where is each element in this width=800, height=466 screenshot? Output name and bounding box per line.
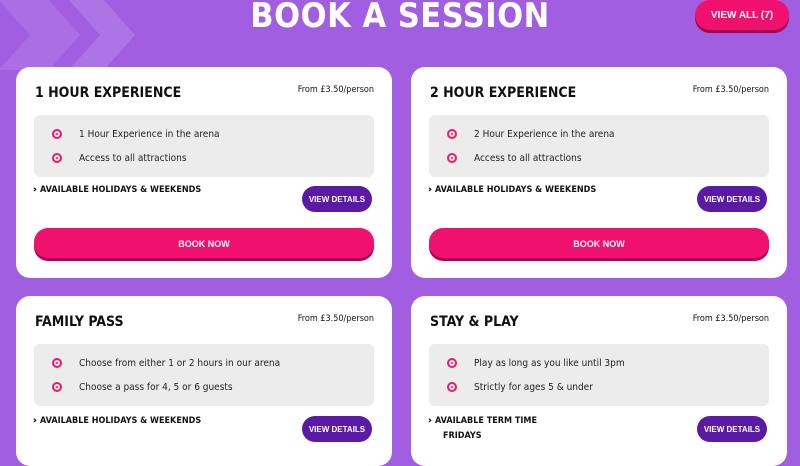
card-price: From £3.50/person bbox=[297, 85, 374, 95]
features-box: Play as long as you like until 3pm Stric… bbox=[429, 344, 769, 406]
feature-text: Strictly for ages 5 & under bbox=[474, 381, 593, 393]
card-price: From £3.50/person bbox=[692, 85, 769, 95]
session-card-1-hour: 1 HOUR EXPERIENCE From £3.50/person 1 Ho… bbox=[16, 67, 392, 278]
availability-label: ››› AVAILABLE HOLIDAYS & WEEKENDS bbox=[33, 185, 201, 195]
card-title: 2 HOUR EXPERIENCE bbox=[430, 85, 577, 101]
card-price: From £3.50/person bbox=[297, 314, 374, 324]
double-chevron-icon: ››› bbox=[33, 185, 37, 195]
target-bullet-icon bbox=[52, 358, 62, 368]
feature-item: Strictly for ages 5 & under bbox=[447, 378, 593, 396]
feature-text: Choose from either 1 or 2 hours in our a… bbox=[79, 357, 281, 369]
features-box: 2 Hour Experience in the arena Access to… bbox=[429, 115, 769, 177]
session-card-2-hour: 2 HOUR EXPERIENCE From £3.50/person 2 Ho… bbox=[411, 67, 787, 278]
double-chevron-icon: ››› bbox=[428, 185, 432, 195]
features-box: Choose from either 1 or 2 hours in our a… bbox=[34, 344, 374, 406]
view-all-button[interactable]: VIEW ALL (7) bbox=[695, 0, 789, 30]
view-details-button[interactable]: VIEW DETAILS bbox=[302, 186, 372, 212]
book-now-button[interactable]: BOOK NOW bbox=[34, 228, 374, 258]
feature-item: Play as long as you like until 3pm bbox=[447, 354, 625, 372]
feature-item: Choose from either 1 or 2 hours in our a… bbox=[52, 354, 280, 372]
target-bullet-icon bbox=[447, 129, 457, 139]
page-title: BOOK A SESSION bbox=[250, 0, 550, 36]
target-bullet-icon bbox=[52, 382, 62, 392]
session-card-family-pass: FAMILY PASS From £3.50/person Choose fro… bbox=[16, 296, 392, 466]
target-bullet-icon bbox=[447, 153, 457, 163]
availability-text: AVAILABLE TERM TIME bbox=[435, 416, 538, 426]
double-chevron-icon: ››› bbox=[33, 416, 37, 426]
availability-label: ››› AVAILABLE TERM TIME bbox=[428, 416, 537, 426]
session-card-stay-and-play: STAY & PLAY From £3.50/person Play as lo… bbox=[411, 296, 787, 466]
availability-text: AVAILABLE HOLIDAYS & WEEKENDS bbox=[40, 185, 202, 195]
availability-label: ››› AVAILABLE HOLIDAYS & WEEKENDS bbox=[428, 185, 596, 195]
view-details-button[interactable]: VIEW DETAILS bbox=[697, 416, 767, 442]
book-now-button[interactable]: BOOK NOW bbox=[429, 228, 769, 258]
feature-item: Access to all attractions bbox=[52, 149, 187, 167]
target-bullet-icon bbox=[52, 129, 62, 139]
availability-label: ››› AVAILABLE HOLIDAYS & WEEKENDS bbox=[33, 416, 201, 426]
card-title: 1 HOUR EXPERIENCE bbox=[35, 85, 182, 101]
card-title: FAMILY PASS bbox=[35, 314, 124, 330]
view-details-button[interactable]: VIEW DETAILS bbox=[697, 186, 767, 212]
feature-item: Access to all attractions bbox=[447, 149, 582, 167]
double-chevron-icon: ››› bbox=[428, 416, 432, 426]
feature-item: 2 Hour Experience in the arena bbox=[447, 125, 615, 143]
feature-text: Choose a pass for 4, 5 or 6 guests bbox=[79, 381, 233, 393]
feature-text: 1 Hour Experience in the arena bbox=[79, 128, 220, 140]
target-bullet-icon bbox=[447, 358, 457, 368]
feature-item: Choose a pass for 4, 5 or 6 guests bbox=[52, 378, 233, 396]
features-box: 1 Hour Experience in the arena Access to… bbox=[34, 115, 374, 177]
feature-text: Access to all attractions bbox=[79, 152, 187, 164]
target-bullet-icon bbox=[447, 382, 457, 392]
view-details-button[interactable]: VIEW DETAILS bbox=[302, 416, 372, 442]
card-title: STAY & PLAY bbox=[430, 314, 519, 330]
feature-text: 2 Hour Experience in the arena bbox=[474, 128, 615, 140]
availability-text: AVAILABLE HOLIDAYS & WEEKENDS bbox=[435, 185, 597, 195]
feature-item: 1 Hour Experience in the arena bbox=[52, 125, 220, 143]
target-bullet-icon bbox=[52, 153, 62, 163]
availability-text: AVAILABLE HOLIDAYS & WEEKENDS bbox=[40, 416, 202, 426]
availability-text-2: FRIDAYS bbox=[443, 431, 482, 441]
feature-text: Access to all attractions bbox=[474, 152, 582, 164]
card-price: From £3.50/person bbox=[692, 314, 769, 324]
feature-text: Play as long as you like until 3pm bbox=[474, 357, 625, 369]
